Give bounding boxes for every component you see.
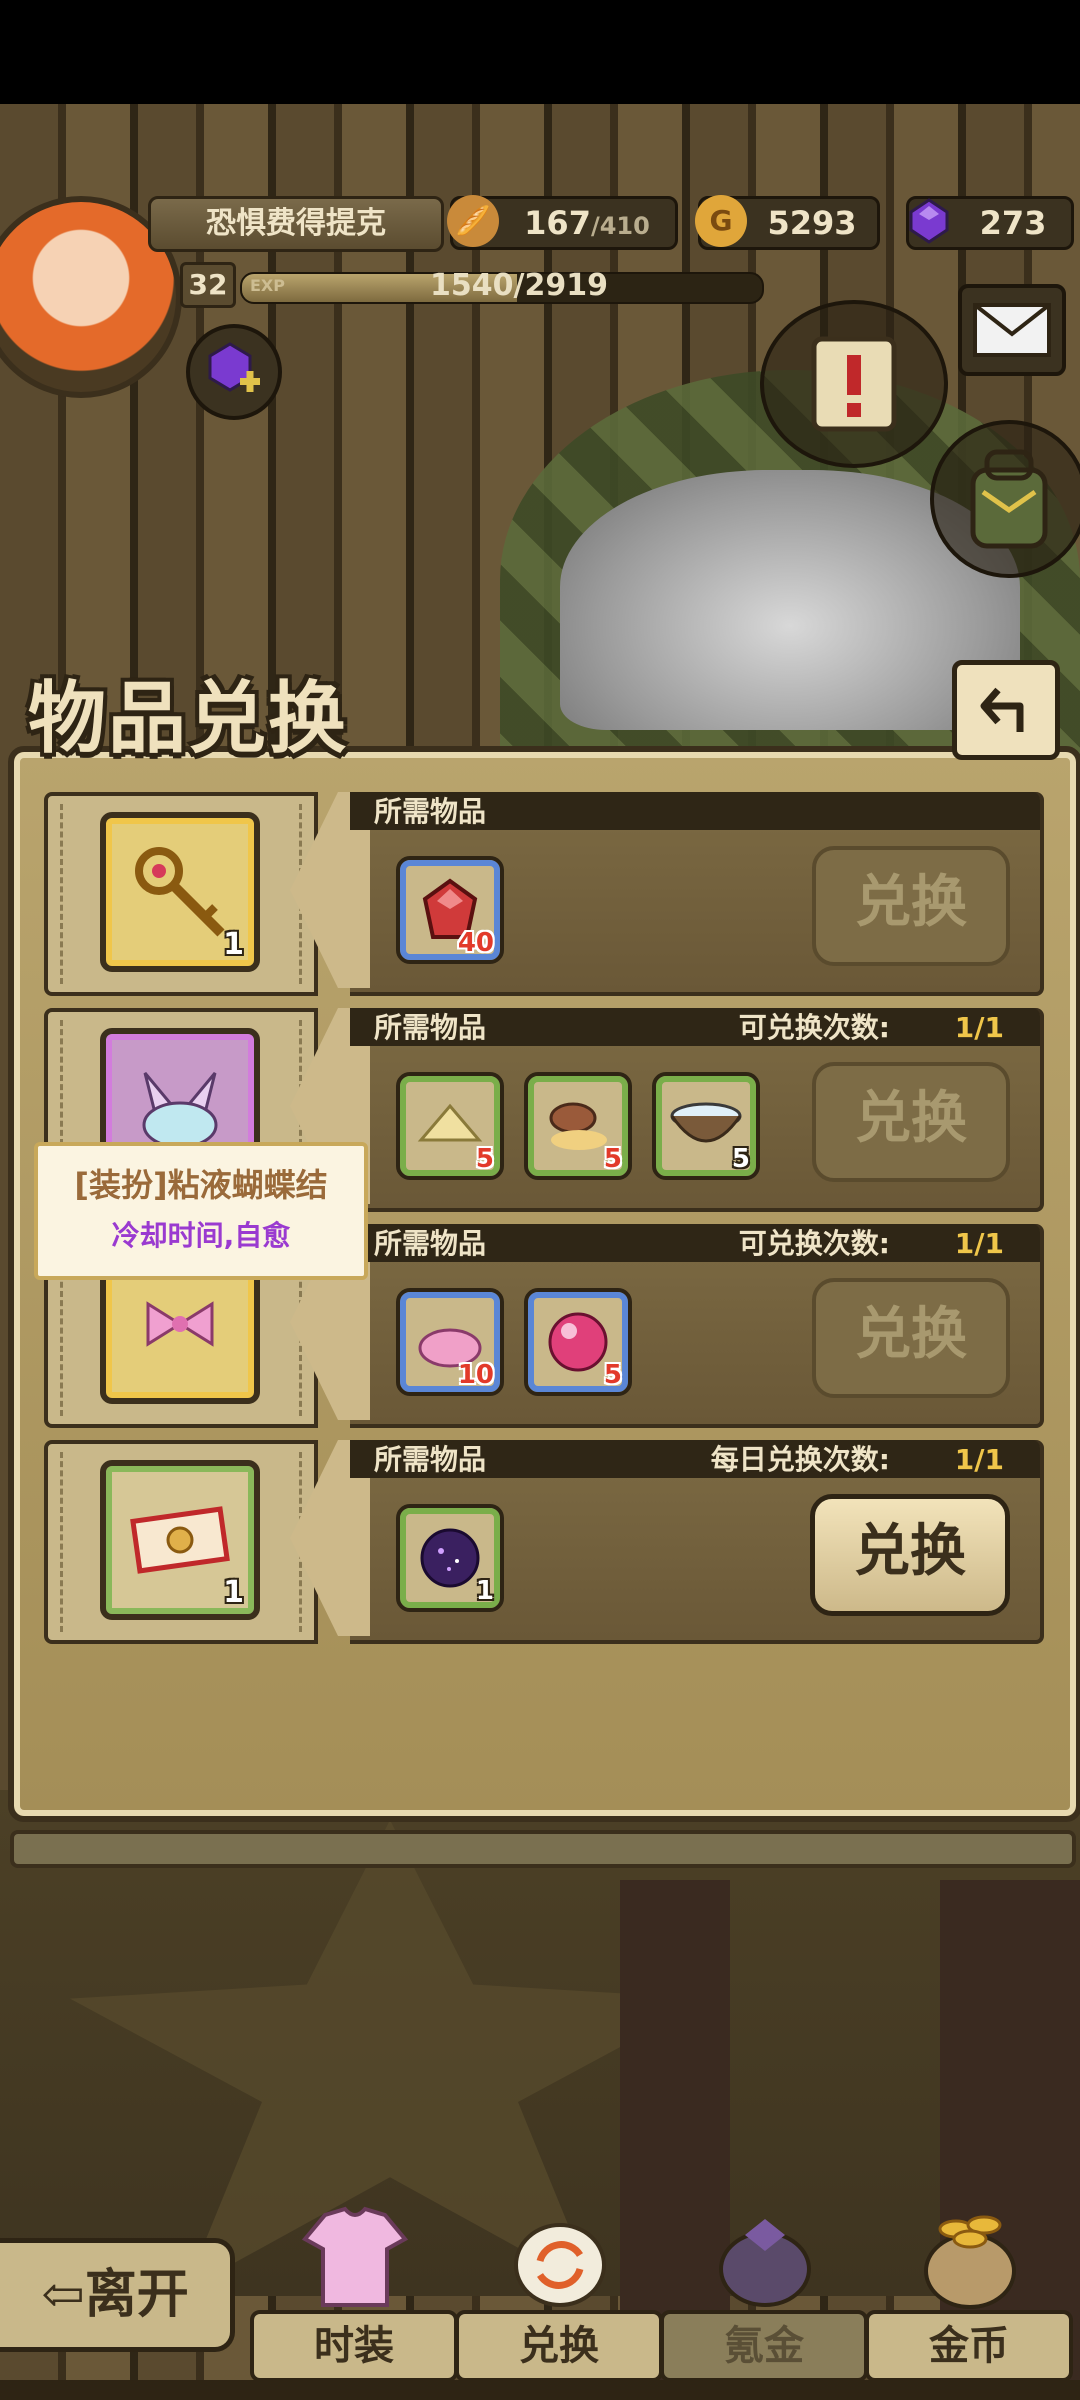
- gold-bag-icon: [895, 2180, 1045, 2330]
- required-count: 40: [457, 928, 494, 958]
- gold-coin-icon: G: [695, 195, 747, 247]
- tab-label: 兑换: [455, 2310, 663, 2382]
- exchange-count-label: 可兑换次数:: [738, 1011, 890, 1044]
- pink-orb-icon: [548, 1312, 608, 1372]
- purple-gem-icon: [903, 195, 955, 247]
- exchange-row: 所需物品 1 40 兑换: [44, 792, 1044, 996]
- exchange-count-value: 1/1: [954, 1011, 1004, 1044]
- reward-count: 1: [223, 1575, 244, 1610]
- gem-bag-icon: [690, 2180, 840, 2330]
- flour-icon: [417, 1103, 483, 1142]
- tab-label: 氪金: [660, 2310, 868, 2382]
- item-tooltip: [装扮]粘液蝴蝶结 冷却时间,自愈: [34, 1142, 368, 1280]
- exchange-count-value: 1/1: [954, 1227, 1004, 1260]
- panel-footer: [10, 1830, 1076, 1868]
- exchange-button[interactable]: 兑换: [812, 1278, 1010, 1398]
- required-items-label: 所需物品: [374, 795, 487, 828]
- bread-icon: 🥖: [447, 195, 499, 247]
- required-item[interactable]: 10: [396, 1288, 504, 1396]
- mail-icon[interactable]: [958, 284, 1066, 376]
- golden-key-icon: [135, 847, 225, 937]
- back-button[interactable]: [952, 660, 1060, 760]
- stamina-value: 167: [524, 204, 591, 242]
- required-item[interactable]: 5: [652, 1072, 760, 1180]
- clothing-icon: [280, 2180, 430, 2330]
- exchange-row: 所需物品 每日兑换次数: 1/1 1 1 兑换: [44, 1440, 1044, 1644]
- tab-label: 金币: [865, 2310, 1073, 2382]
- mushroom-icon: [549, 1102, 607, 1150]
- required-item[interactable]: 5: [396, 1072, 504, 1180]
- cosmic-stone-icon: [420, 1528, 480, 1588]
- required-item[interactable]: 1: [396, 1504, 504, 1612]
- required-items-label: 所需物品: [374, 1227, 487, 1260]
- required-item[interactable]: 5: [524, 1288, 632, 1396]
- gold-value: 5293: [767, 204, 857, 242]
- buy-gem-button[interactable]: [186, 324, 282, 420]
- exchange-button[interactable]: 兑换: [812, 846, 1010, 966]
- pink-bow-icon: [146, 1301, 214, 1347]
- ticket-icon: [130, 1506, 230, 1574]
- back-arrow-icon: [980, 687, 1024, 732]
- exchange-count-label: 可兑换次数:: [738, 1227, 890, 1260]
- tab-gold[interactable]: 金币: [865, 2180, 1073, 2390]
- required-item[interactable]: 40: [396, 856, 504, 964]
- reward-item-ticket[interactable]: 1: [100, 1460, 260, 1620]
- stamina-counter: 🥖 167/410: [447, 195, 678, 250]
- tab-exchange[interactable]: 兑换: [455, 2180, 663, 2390]
- bottom-strip: [0, 2380, 1080, 2400]
- required-items-label: 所需物品: [374, 1443, 487, 1476]
- quest-scroll-icon[interactable]: [760, 300, 948, 468]
- required-items-label: 所需物品: [374, 1011, 487, 1044]
- exp-label: EXP: [250, 276, 285, 295]
- stamina-max: /410: [590, 212, 650, 240]
- player-level: 32: [180, 262, 236, 308]
- reward-item-key[interactable]: 1: [100, 812, 260, 972]
- required-count: 5: [603, 1144, 622, 1174]
- panel-title: 物品兑换: [28, 673, 349, 764]
- exchange-count-value: 1/1: [954, 1443, 1004, 1476]
- tooltip-desc: 冷却时间,自愈: [111, 1219, 291, 1252]
- tab-label: 时装: [250, 2310, 458, 2382]
- required-count: 5: [475, 1144, 494, 1174]
- tab-topup[interactable]: 氪金: [660, 2180, 868, 2390]
- exchange-bag-icon: [485, 2180, 635, 2330]
- required-count: 10: [457, 1360, 494, 1390]
- gold-counter: G 5293: [695, 195, 880, 250]
- required-count: 5: [731, 1144, 750, 1174]
- tooltip-title: [装扮]粘液蝴蝶结: [74, 1166, 328, 1204]
- status-bar-area: [0, 0, 1080, 104]
- backpack-icon[interactable]: [930, 420, 1080, 578]
- tab-fashion[interactable]: 时装: [250, 2180, 458, 2390]
- leave-label: 离开: [84, 2264, 189, 2325]
- player-name: 恐惧费得提克: [148, 196, 444, 252]
- exchange-button[interactable]: 兑换: [810, 1494, 1010, 1616]
- exp-value: 1540/2919: [430, 268, 608, 303]
- exchange-count-label: 每日兑换次数:: [710, 1443, 890, 1476]
- required-count: 1: [475, 1576, 494, 1606]
- gem-counter: 273: [906, 196, 1074, 250]
- reward-count: 1: [223, 927, 244, 962]
- leave-button[interactable]: ⇦离开: [0, 2238, 235, 2352]
- gem-value: 273: [979, 204, 1047, 242]
- required-item[interactable]: 5: [524, 1072, 632, 1180]
- required-count: 5: [603, 1360, 622, 1390]
- exchange-button[interactable]: 兑换: [812, 1062, 1010, 1182]
